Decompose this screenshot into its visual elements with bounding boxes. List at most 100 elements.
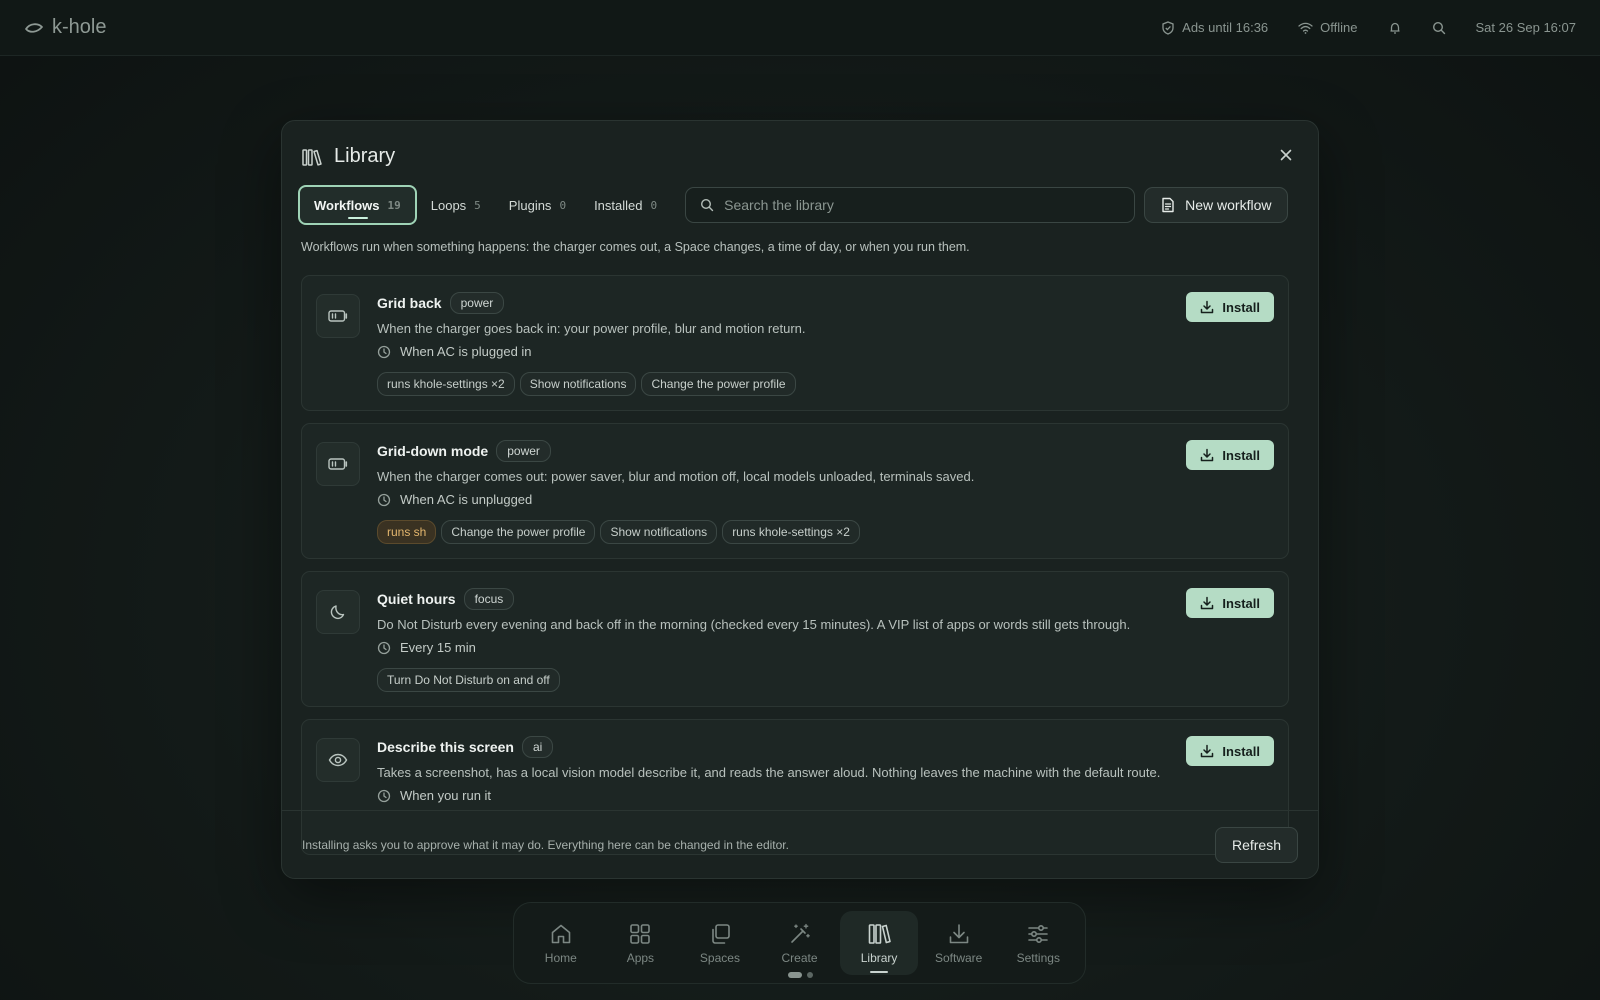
moon-icon — [316, 590, 360, 634]
search-input[interactable] — [724, 197, 1121, 213]
dock-label: Library — [860, 950, 898, 965]
spaces-icon — [708, 922, 732, 946]
search-icon — [1432, 21, 1446, 35]
tab-label: Plugins — [508, 197, 552, 213]
workflow-description: Takes a screenshot, has a local vision m… — [377, 765, 1161, 780]
document-icon — [1161, 197, 1175, 213]
tab-count: 0 — [559, 198, 567, 212]
pager-dot-active[interactable] — [788, 972, 802, 978]
ads-label: Ads until 16:36 — [1182, 20, 1269, 35]
notifications-button[interactable] — [1388, 21, 1402, 35]
create-icon — [788, 922, 812, 946]
workflow-title: Quiet hours — [377, 591, 456, 607]
network-label: Offline — [1320, 20, 1358, 35]
workflow-trigger: When AC is unplugged — [400, 492, 533, 507]
clock-icon — [377, 789, 391, 803]
search-icon — [700, 198, 714, 212]
dock-item-settings[interactable]: Settings — [999, 911, 1077, 975]
dock-label: Software — [935, 950, 983, 965]
footer-note: Installing asks you to approve what it m… — [302, 837, 789, 852]
wifi-icon — [1298, 22, 1313, 34]
pager-dot[interactable] — [807, 972, 813, 978]
bell-icon — [1388, 21, 1402, 35]
battery-icon — [316, 442, 360, 486]
capability-chip: Show notifications — [600, 520, 718, 544]
capability-chip: runs khole-settings ×2 — [377, 372, 515, 396]
download-icon — [1200, 596, 1214, 610]
dialog-footer: Installing asks you to approve what it m… — [282, 810, 1318, 878]
library-icon — [302, 148, 322, 166]
category-badge: focus — [463, 588, 515, 610]
refresh-button[interactable]: Refresh — [1214, 826, 1298, 863]
software-icon — [947, 922, 971, 946]
tab-plugins[interactable]: Plugins 0 — [495, 185, 580, 225]
search-box[interactable] — [685, 187, 1136, 223]
k-hole-logo-icon — [24, 21, 44, 35]
dock-item-software[interactable]: Software — [920, 911, 998, 975]
close-icon — [1280, 149, 1292, 161]
shield-icon — [1161, 20, 1175, 35]
dock-label: Home — [544, 950, 577, 965]
install-button[interactable]: Install — [1186, 736, 1274, 766]
install-button[interactable]: Install — [1186, 588, 1274, 618]
tab-workflows[interactable]: Workflows 19 — [298, 185, 417, 225]
new-workflow-button[interactable]: New workflow — [1144, 187, 1289, 223]
brand[interactable]: k-hole — [24, 16, 106, 39]
dock-item-apps[interactable]: Apps — [602, 911, 680, 975]
close-button[interactable] — [1280, 149, 1292, 161]
new-workflow-label: New workflow — [1185, 197, 1272, 213]
dock-item-home[interactable]: Home — [522, 911, 600, 975]
clock[interactable]: Sat 26 Sep 16:07 — [1476, 20, 1576, 35]
dock-label: Settings — [1016, 950, 1060, 965]
tab-description: Workflows run when something happens: th… — [301, 240, 970, 254]
capability-chip: Turn Do Not Disturb on and off — [377, 668, 560, 692]
tabs-row: Workflows 19 Loops 5 Plugins 0 Installed… — [298, 185, 1298, 225]
library-dialog: Library Workflows 19 Loops 5 Plugins 0 I… — [281, 120, 1319, 879]
tab-count: 0 — [650, 198, 658, 212]
dock-item-create[interactable]: Create — [761, 911, 839, 975]
workflow-trigger: When AC is plugged in — [400, 344, 532, 359]
dock-label: Create — [781, 950, 818, 965]
search-button[interactable] — [1432, 21, 1446, 35]
workflow-description: When the charger goes back in: your powe… — [377, 321, 806, 336]
category-badge: ai — [521, 736, 554, 758]
apps-icon — [628, 922, 652, 946]
category-badge: power — [449, 292, 505, 314]
dialog-title: Library — [334, 145, 396, 167]
capability-chip-warning: runs sh — [377, 520, 437, 544]
battery-icon — [316, 294, 360, 338]
workflow-title: Describe this screen — [377, 739, 514, 755]
workflow-card-quiet-hours: Quiet hours focus Do Not Disturb every e… — [301, 571, 1289, 707]
tab-count: 5 — [474, 198, 481, 212]
download-icon — [1200, 744, 1214, 758]
library-icon — [867, 922, 891, 946]
install-button[interactable]: Install — [1186, 292, 1274, 322]
install-label: Install — [1222, 595, 1260, 611]
datetime-label: Sat 26 Sep 16:07 — [1475, 20, 1576, 35]
network-status[interactable]: Offline — [1298, 20, 1358, 35]
brand-name: k-hole — [52, 16, 107, 38]
workflow-description: Do Not Disturb every evening and back of… — [377, 617, 1131, 632]
home-icon — [549, 922, 573, 946]
workflow-card-grid-back: Grid back power When the charger goes ba… — [301, 275, 1289, 411]
capability-chip: Change the power profile — [641, 372, 796, 396]
workflow-trigger: Every 15 min — [400, 640, 476, 655]
top-bar: k-hole Ads until 16:36 Offline Sat 26 Se… — [0, 0, 1600, 56]
download-icon — [1200, 300, 1214, 314]
dock-item-library[interactable]: Library — [840, 911, 918, 975]
dock-item-spaces[interactable]: Spaces — [681, 911, 759, 975]
workflow-title: Grid back — [377, 295, 442, 311]
workflow-title: Grid-down mode — [377, 443, 489, 459]
workflow-trigger: When you run it — [400, 788, 492, 803]
clock-icon — [377, 345, 391, 359]
tab-count: 19 — [387, 198, 401, 212]
clock-icon — [377, 641, 391, 655]
install-label: Install — [1222, 299, 1260, 315]
install-button[interactable]: Install — [1186, 440, 1274, 470]
tab-loops[interactable]: Loops 5 — [417, 185, 495, 225]
dock-pager[interactable] — [788, 972, 813, 978]
capability-chip: Show notifications — [519, 372, 637, 396]
workflow-description: When the charger comes out: power saver,… — [377, 469, 975, 484]
ads-status[interactable]: Ads until 16:36 — [1161, 20, 1268, 35]
tab-installed[interactable]: Installed 0 — [580, 185, 671, 225]
